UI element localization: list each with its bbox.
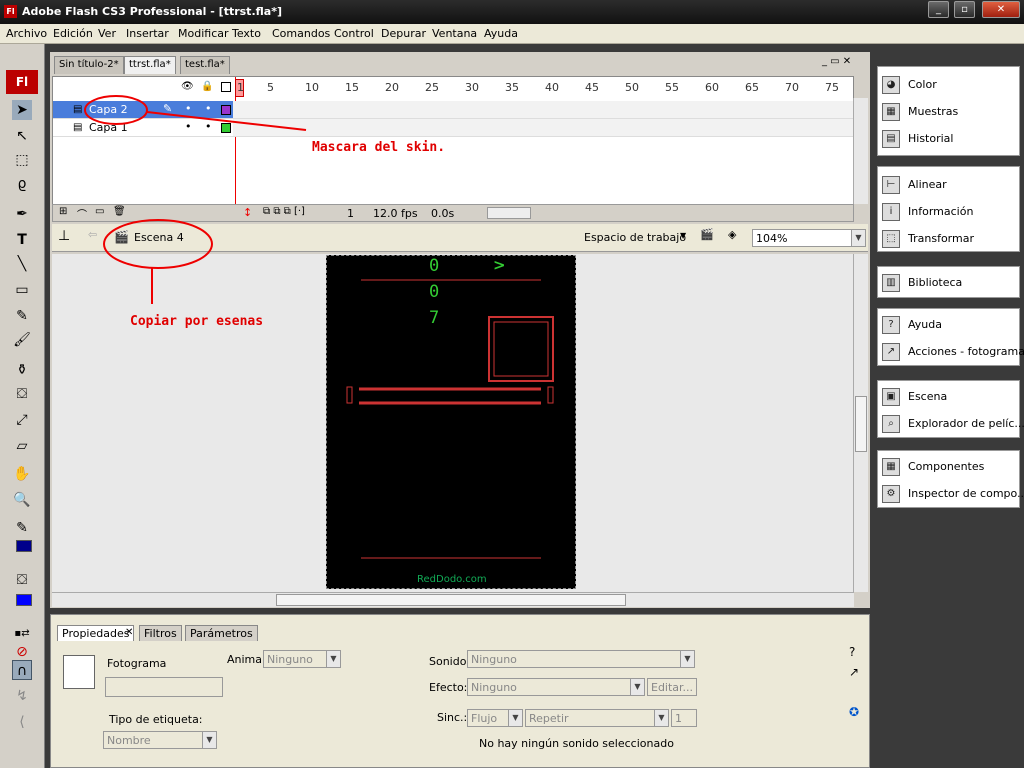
panel-item-ayuda[interactable]: ? Ayuda: [882, 313, 1020, 337]
stage-watermark: RedDodo.com: [417, 574, 487, 585]
tab-parametros[interactable]: Parámetros: [185, 625, 258, 641]
color-icon: ◕: [882, 76, 900, 94]
chevron-down-icon[interactable]: ▼: [202, 732, 216, 748]
smooth-icon[interactable]: ↯: [12, 686, 32, 706]
sinc-label: Sinc.:: [437, 711, 468, 724]
panel-group-scene: ▣ Escena ⌕ Explorador de pelíc...: [877, 380, 1024, 438]
frame-name-input[interactable]: [105, 677, 223, 697]
panel-group-color: ◕ Color ▦ Muestras ▤ Historial: [877, 66, 1020, 156]
components-icon: ▦: [882, 458, 900, 476]
close-icon[interactable]: ✕: [125, 627, 133, 638]
hand-tool-icon[interactable]: ✋: [12, 464, 32, 484]
panel-item-alinear[interactable]: ⊢ Alinear: [882, 173, 1020, 197]
sonido-label: Sonido:: [429, 655, 471, 668]
chevron-down-icon[interactable]: ▼: [630, 679, 644, 695]
panel-item-explorador[interactable]: ⌕ Explorador de pelíc...: [882, 412, 1024, 436]
tab-propiedades[interactable]: Propiedades: [57, 625, 135, 641]
straighten-icon[interactable]: ⟨: [12, 712, 32, 732]
efecto-select[interactable]: Ninguno ▼: [467, 678, 645, 696]
tipo-etiqueta-select[interactable]: Nombre ▼: [103, 731, 217, 749]
panel-item-inspector[interactable]: ⚙ Inspector de compo...: [882, 482, 1024, 506]
library-icon: ▥: [882, 274, 900, 292]
ink-bottle-tool-icon[interactable]: ⚱: [12, 360, 32, 380]
panel-item-color[interactable]: ◕ Color: [882, 73, 1020, 97]
accessibility-icon[interactable]: ✪: [849, 705, 859, 719]
panel-item-biblioteca[interactable]: ▥ Biblioteca: [882, 271, 1020, 295]
panel-item-historial[interactable]: ▤ Historial: [882, 127, 1020, 151]
tab-filtros[interactable]: Filtros: [139, 625, 182, 641]
eraser-tool-icon[interactable]: ▱: [12, 436, 32, 456]
editar-button[interactable]: Editar...: [647, 678, 697, 696]
actions-icon[interactable]: ↗: [849, 665, 859, 679]
info-icon: i: [882, 203, 900, 221]
stage-hscroll-thumb[interactable]: [276, 594, 626, 606]
stroke-color-swatch[interactable]: [16, 540, 32, 552]
annotation-copy: Copiar por esenas: [130, 314, 264, 329]
fill-color-icon[interactable]: ⛋: [12, 570, 32, 590]
chevron-down-icon[interactable]: ▼: [680, 651, 694, 667]
fill-color-swatch[interactable]: [16, 594, 32, 606]
panel-group-align: ⊢ Alinear i Información ⬚ Transformar: [877, 166, 1020, 252]
panel-item-informacion[interactable]: i Información: [882, 200, 1020, 224]
repetir-select[interactable]: Repetir ▼: [525, 709, 669, 727]
scene-icon: ▣: [882, 388, 900, 406]
efecto-label: Efecto:: [429, 681, 468, 694]
component-inspector-icon: ⚙: [882, 485, 900, 503]
chevron-down-icon[interactable]: ▼: [326, 651, 340, 667]
paint-bucket-tool-icon[interactable]: ⛋: [12, 384, 32, 404]
annotation-overlay: [84, 95, 307, 304]
actions-icon: ↗: [882, 343, 900, 361]
sinc-value: Flujo: [471, 712, 498, 725]
maximize-button[interactable]: ▫: [954, 1, 975, 18]
default-colors-icon[interactable]: ▪⇄: [12, 624, 32, 644]
eyedropper-tool-icon[interactable]: ⤢: [12, 410, 32, 430]
align-icon: ⊢: [882, 176, 900, 194]
animar-select[interactable]: Ninguno ▼: [263, 650, 341, 668]
tipo-etiqueta-label: Tipo de etiqueta:: [109, 713, 203, 726]
sonido-select[interactable]: Ninguno ▼: [467, 650, 695, 668]
animar-value: Ninguno: [267, 653, 313, 666]
close-button[interactable]: ✕: [982, 1, 1020, 18]
stage-vscroll-thumb[interactable]: [855, 396, 867, 452]
sonido-value: Ninguno: [471, 653, 517, 666]
tipo-etiqueta-value: Nombre: [107, 734, 151, 747]
repetir-count-input[interactable]: 1: [671, 709, 697, 727]
panel-group-help: ? Ayuda ↗ Acciones - fotograma: [877, 308, 1024, 366]
annotation-mask: Mascara del skin.: [312, 140, 446, 155]
frame-label: Fotograma: [107, 657, 167, 670]
minimize-button[interactable]: _: [928, 1, 949, 18]
efecto-value: Ninguno: [471, 681, 517, 694]
panel-item-transformar[interactable]: ⬚ Transformar: [882, 227, 1020, 251]
transform-icon: ⬚: [882, 230, 900, 248]
stage-horizontal-scrollbar[interactable]: [52, 592, 854, 607]
panel-group-components: ▦ Componentes ⚙ Inspector de compo...: [877, 450, 1024, 508]
chevron-down-icon[interactable]: ▼: [508, 710, 522, 726]
sinc-select[interactable]: Flujo ▼: [467, 709, 523, 727]
repetir-value: Repetir: [529, 712, 569, 725]
help-icon: ?: [882, 316, 900, 334]
zoom-tool-icon[interactable]: 🔍: [12, 490, 32, 510]
sound-status: No hay ningún sonido seleccionado: [479, 737, 674, 750]
stroke-color-icon[interactable]: ✎: [12, 518, 32, 538]
right-panel-dock: ◕ Color ▦ Muestras ▤ Historial ⊢ Alinear i In…: [874, 44, 1024, 768]
panel-item-escena[interactable]: ▣ Escena: [882, 385, 1020, 409]
history-icon: ▤: [882, 130, 900, 148]
properties-panel: Propiedades ✕ Filtros Parámetros Fotogra…: [50, 614, 870, 768]
panel-group-library: ▥ Biblioteca: [877, 266, 1020, 298]
help-icon[interactable]: ?: [849, 645, 855, 659]
swatches-icon: ▦: [882, 103, 900, 121]
panel-item-muestras[interactable]: ▦ Muestras: [882, 100, 1020, 124]
no-color-icon[interactable]: ⊘: [12, 642, 32, 662]
chevron-down-icon[interactable]: ▼: [654, 710, 668, 726]
panel-item-componentes[interactable]: ▦ Componentes: [882, 455, 1020, 479]
panel-item-acciones[interactable]: ↗ Acciones - fotograma: [882, 340, 1024, 364]
snap-magnet-icon[interactable]: ∩: [12, 660, 32, 680]
movie-explorer-icon: ⌕: [882, 415, 900, 433]
frame-icon: [63, 655, 95, 689]
